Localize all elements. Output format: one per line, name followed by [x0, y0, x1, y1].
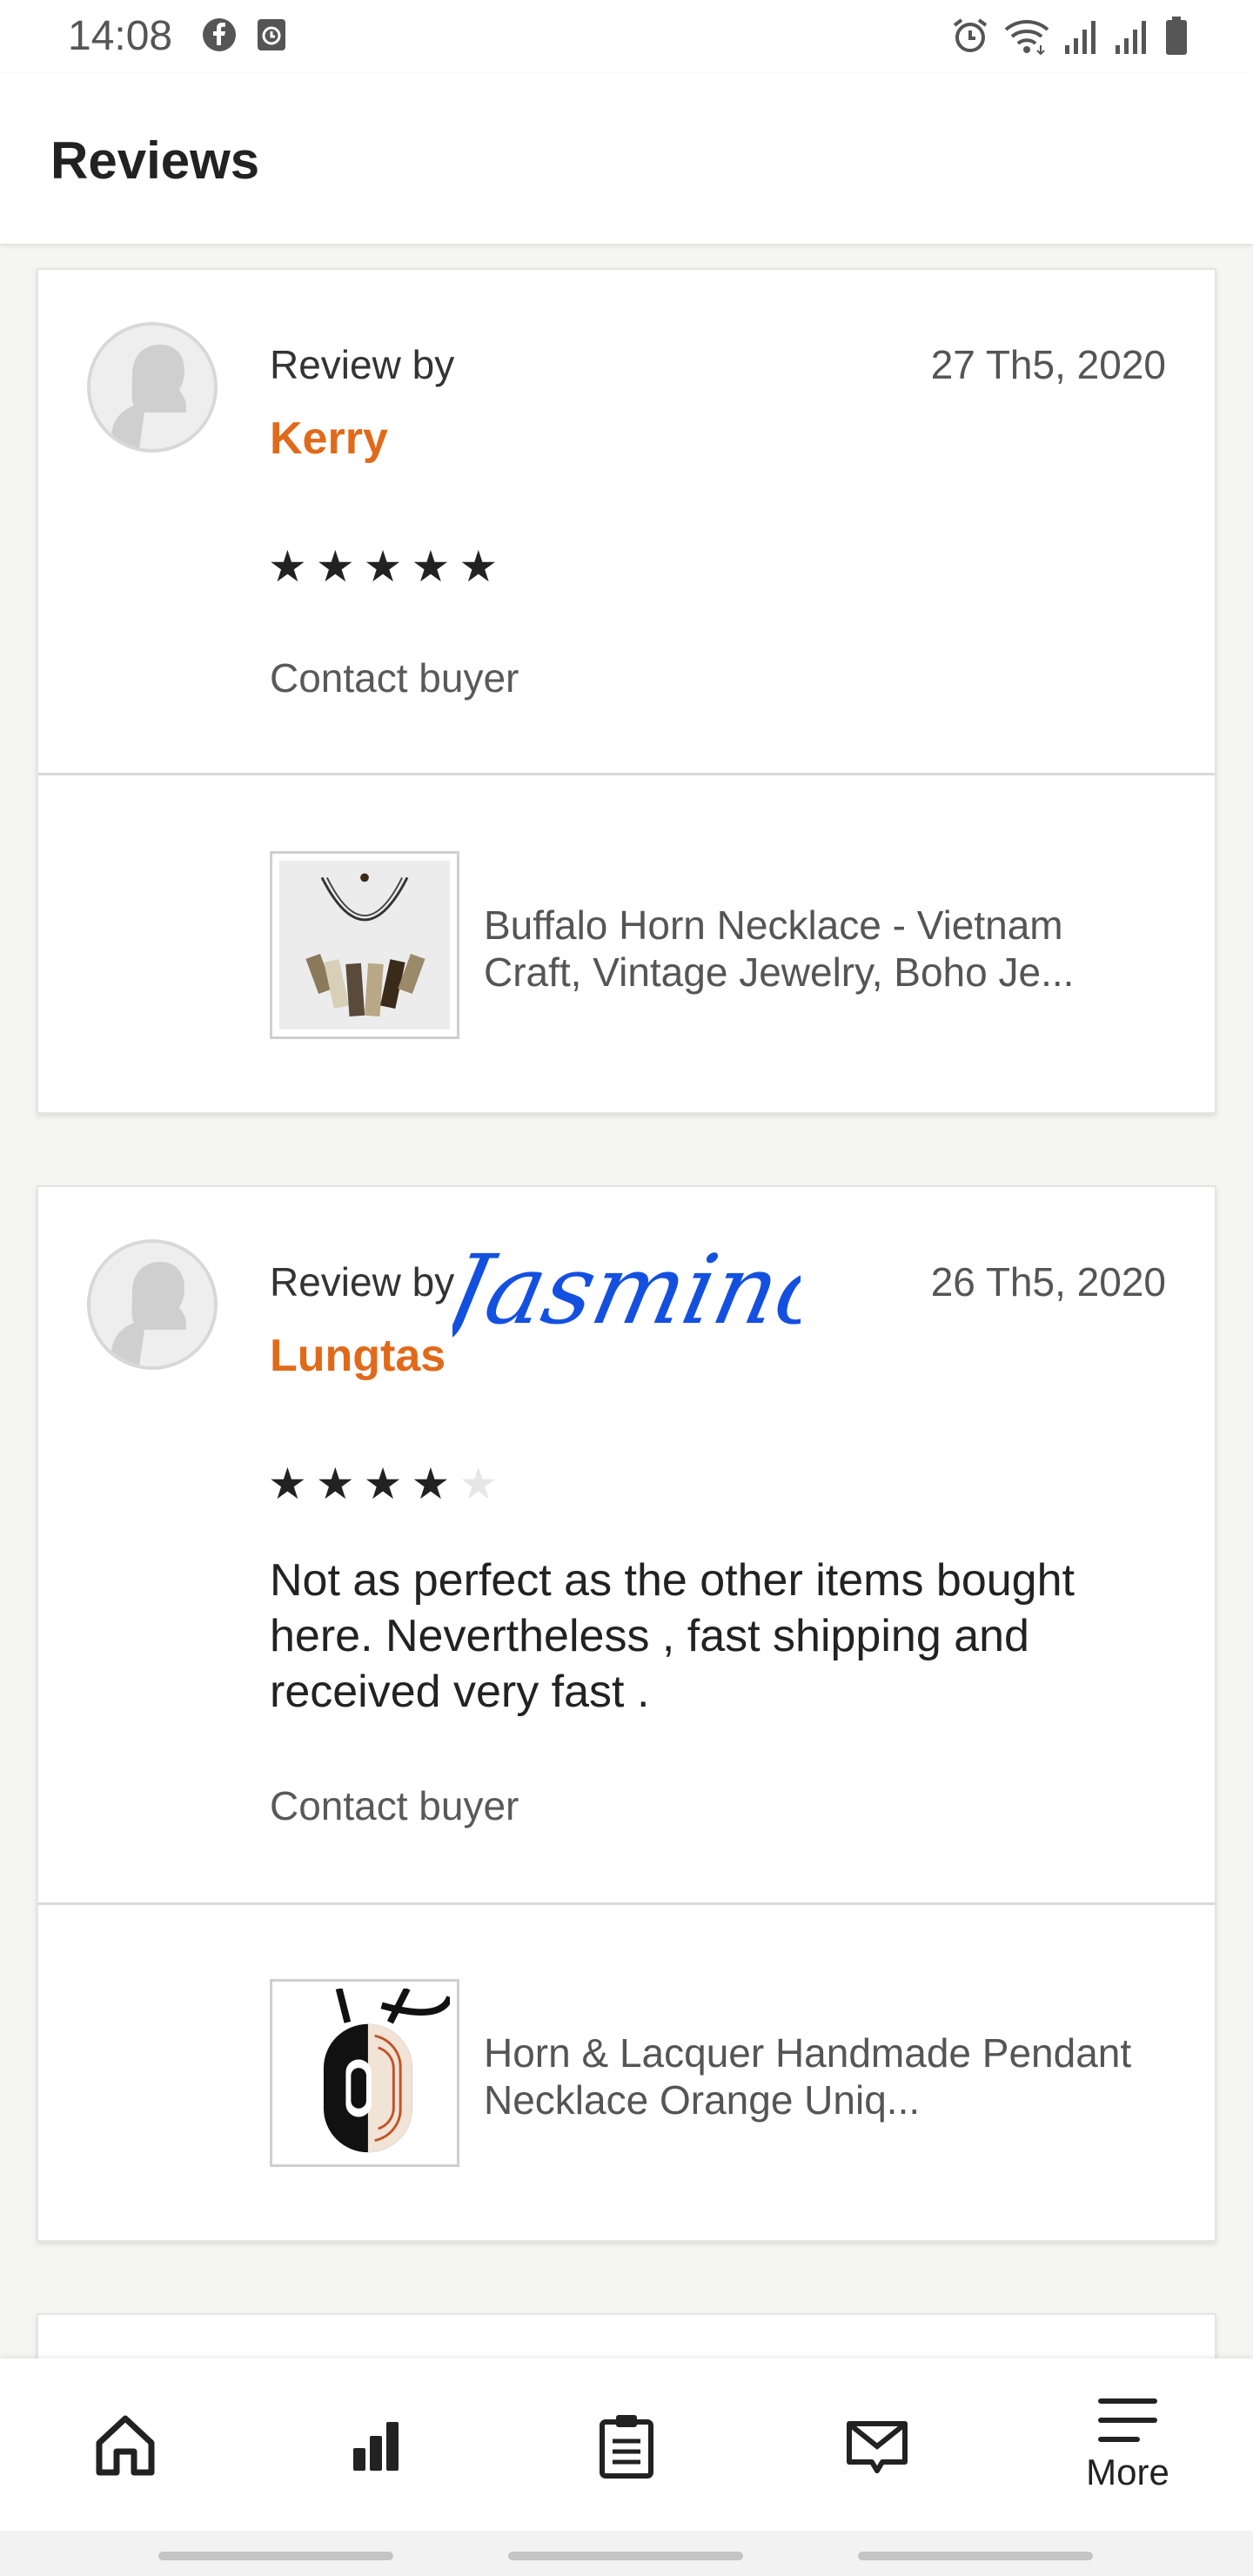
orders-clipboard-icon — [600, 2415, 653, 2479]
review-date: 27 Th5, 2020 — [930, 342, 1166, 387]
bottom-navigation: More — [0, 2358, 1253, 2531]
avatar[interactable] — [87, 322, 218, 453]
gesture-pill[interactable] — [858, 2552, 1093, 2560]
default-user-icon — [90, 325, 214, 449]
handwritten-signature: Jasmino — [452, 1236, 801, 1346]
nav-home[interactable] — [0, 2358, 251, 2531]
star-icon: ★ — [411, 1459, 451, 1508]
star-icon: ★ — [268, 542, 307, 591]
product-thumbnail[interactable] — [270, 851, 459, 1039]
status-notification-icons — [202, 17, 287, 52]
app-bar: Reviews — [0, 73, 1253, 244]
product-title-link[interactable]: Buffalo Horn Necklace - Vietnam Craft, V… — [484, 902, 1171, 996]
avatar[interactable] — [87, 1239, 218, 1370]
menu-icon — [1098, 2398, 1157, 2442]
status-bar: 14:08 — [0, 0, 1253, 73]
star-rating: ★ ★ ★ ★ ★ — [268, 545, 498, 588]
contact-buyer-link[interactable]: Contact buyer — [270, 1782, 519, 1829]
nav-more-label: More — [1086, 2452, 1169, 2492]
horn-necklace-image — [279, 861, 450, 1030]
star-icon: ★ — [315, 542, 355, 591]
review-card-partial — [37, 2313, 1216, 2365]
status-time: 14:08 — [68, 13, 173, 59]
gesture-pill[interactable] — [508, 2552, 743, 2560]
nav-messages[interactable] — [752, 2358, 1002, 2531]
star-icon: ★ — [315, 1459, 355, 1508]
star-empty-icon: ★ — [459, 1459, 499, 1508]
product-title-link[interactable]: Horn & Lacquer Handmade Pendant Necklace… — [484, 2029, 1171, 2123]
page-title: Reviews — [50, 131, 260, 190]
star-icon: ★ — [363, 542, 403, 591]
gesture-pill[interactable] — [158, 2552, 393, 2560]
gesture-bar — [0, 2531, 1253, 2576]
star-icon: ★ — [363, 1459, 403, 1508]
alarm-icon — [953, 18, 988, 52]
review-by-label: Review by — [270, 1259, 455, 1305]
clock-app-icon — [258, 19, 285, 50]
messages-icon — [847, 2421, 908, 2473]
product-thumbnail[interactable] — [270, 1979, 459, 2167]
svg-text:Jasmino: Jasmino — [452, 1236, 801, 1346]
stats-icon — [353, 2422, 399, 2471]
review-date: 26 Th5, 2020 — [930, 1259, 1166, 1305]
default-user-icon — [90, 1243, 214, 1366]
reviewer-name[interactable]: Kerry — [270, 413, 388, 465]
review-by-label: Review by — [270, 342, 455, 387]
review-card: Review by Kerry 27 Th5, 2020 ★ ★ ★ ★ ★ C… — [37, 268, 1216, 1114]
contact-buyer-link[interactable]: Contact buyer — [270, 654, 519, 701]
pendant-necklace-image — [279, 1989, 450, 2157]
divider — [38, 1902, 1215, 1905]
review-text: Not as perfect as the other items bought… — [270, 1555, 1075, 1717]
star-rating: ★ ★ ★ ★ ★ — [268, 1462, 498, 1506]
signal-icon — [1116, 21, 1146, 54]
home-icon — [96, 2415, 155, 2476]
star-icon: ★ — [411, 542, 451, 591]
battery-icon — [1166, 17, 1187, 55]
nav-stats[interactable] — [251, 2358, 501, 2531]
status-system-icons — [950, 16, 1189, 56]
divider — [38, 773, 1215, 775]
reviewer-name[interactable]: Lungtas — [270, 1330, 446, 1382]
nav-more[interactable]: More — [1002, 2358, 1253, 2531]
wifi-icon — [1004, 20, 1049, 56]
star-icon: ★ — [459, 542, 499, 591]
signal-icon — [1065, 21, 1096, 54]
star-icon: ★ — [268, 1459, 307, 1508]
facebook-icon — [203, 18, 236, 51]
nav-orders[interactable] — [501, 2358, 752, 2531]
